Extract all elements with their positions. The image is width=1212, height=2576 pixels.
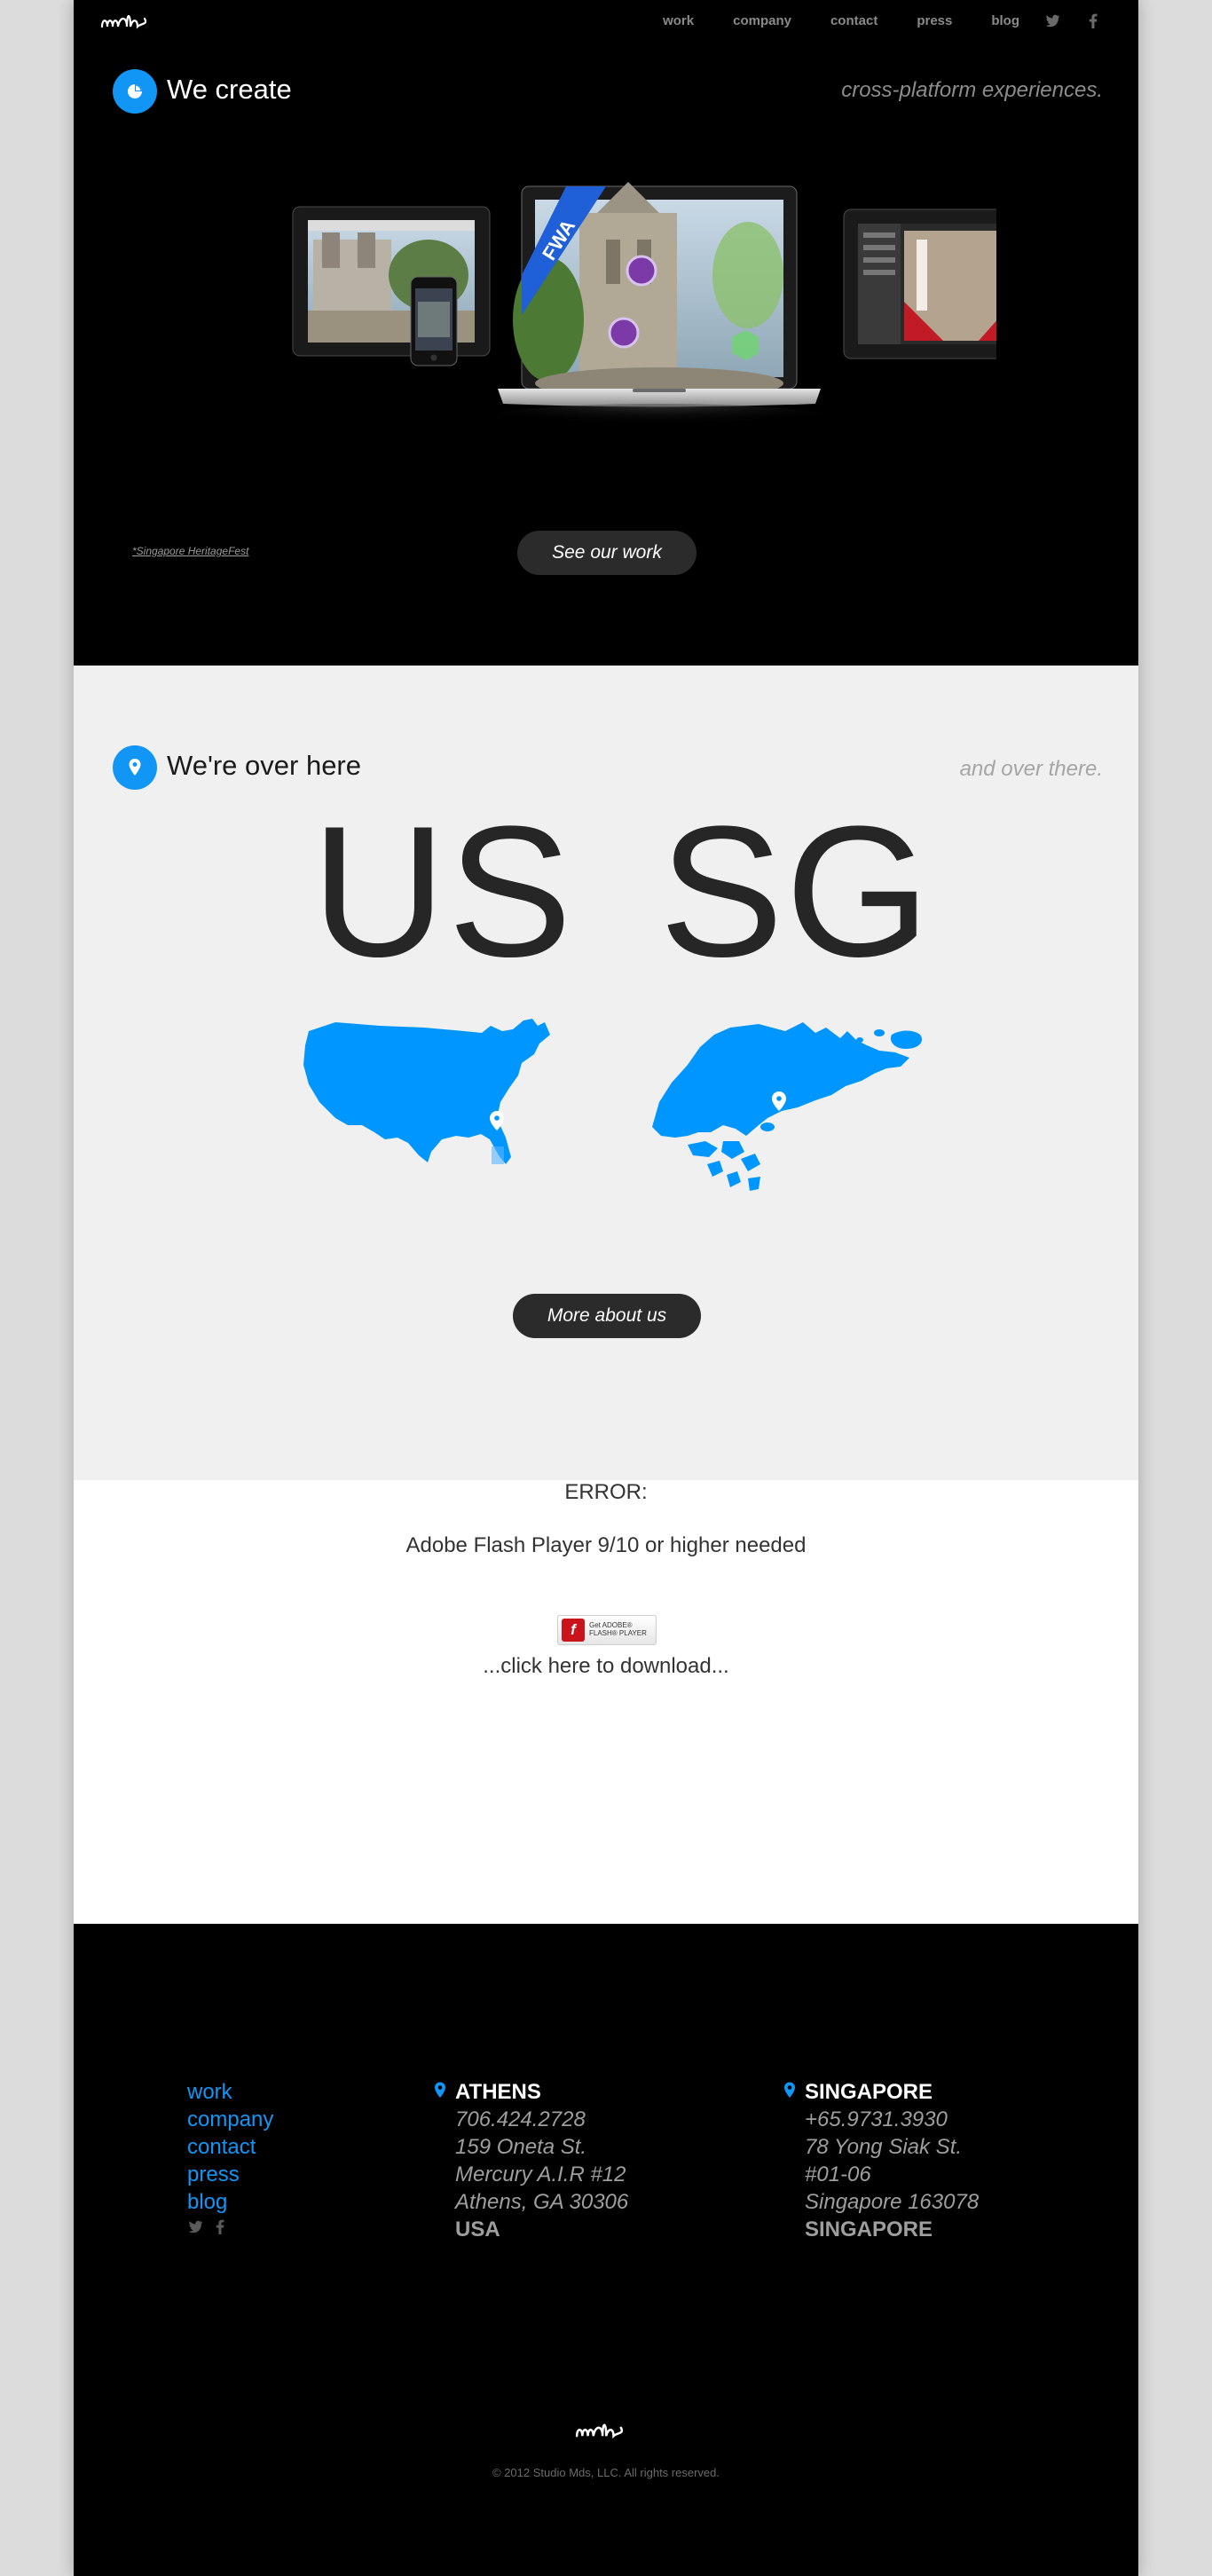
location-pin-icon	[113, 745, 157, 790]
office-address-line: Mercury A.I.R #12	[455, 2162, 626, 2186]
twitter-icon[interactable]	[187, 2219, 203, 2239]
devices-showcase-image[interactable]: FWA	[216, 177, 996, 470]
flash-embed-fallback: ERROR: Adobe Flash Player 9/10 or higher…	[74, 1480, 1138, 1924]
flash-error-message: Adobe Flash Player 9/10 or higher needed	[405, 1533, 807, 1557]
office-athens: ATHENS 706.424.2728 159 Oneta St. Mercur…	[435, 2078, 629, 2243]
office-country: SINGAPORE	[805, 2218, 933, 2241]
us-map[interactable]	[300, 1004, 557, 1169]
flash-logo-icon: f	[562, 1619, 585, 1642]
country-code-sg: SG	[659, 787, 933, 996]
office-address-line: 78 Yong Siak St.	[805, 2135, 963, 2159]
footer: work company contact press blog ATHENS 7…	[74, 1924, 1138, 2576]
nav-blog[interactable]: blog	[991, 13, 1019, 28]
flash-error-label: ERROR:	[564, 1480, 648, 1504]
facebook-icon[interactable]	[216, 2219, 224, 2239]
singapore-map[interactable]	[634, 1003, 927, 1193]
office-address-line: 159 Oneta St.	[455, 2135, 587, 2159]
see-our-work-button[interactable]: See our work	[517, 531, 697, 575]
office-address-line: Singapore 163078	[805, 2190, 980, 2214]
locations-title: We're over here	[167, 750, 361, 781]
nav-work[interactable]: work	[663, 13, 694, 28]
page: work company contact press blog We creat…	[74, 0, 1138, 2576]
facebook-icon[interactable]	[1085, 12, 1101, 28]
hero-tagline: cross-platform experiences.	[841, 78, 1103, 102]
twitter-icon[interactable]	[1044, 12, 1060, 28]
nav-press[interactable]: press	[917, 13, 952, 28]
top-nav-bar: work company contact press blog	[74, 0, 1138, 44]
footer-social	[187, 2219, 273, 2239]
office-address-line: Athens, GA 30306	[455, 2190, 629, 2214]
flash-badge-text: Get ADOBE® FLASH® PLAYER	[589, 1621, 647, 1637]
pie-chart-icon	[113, 69, 157, 114]
studio-mds-logo[interactable]	[98, 9, 150, 34]
footer-nav-company[interactable]: company	[187, 2106, 273, 2133]
office-city: ATHENS	[455, 2080, 541, 2104]
flash-download-link[interactable]: ...click here to download...	[74, 1654, 1138, 1679]
more-about-us-button[interactable]: More about us	[513, 1294, 701, 1338]
hero-title: We create	[167, 74, 292, 105]
footer-nav-blog[interactable]: blog	[187, 2188, 273, 2216]
country-code-us: US	[311, 787, 574, 996]
office-phone[interactable]: +65.9731.3930	[805, 2106, 979, 2133]
project-caption-link[interactable]: *Singapore HeritageFest	[132, 545, 248, 557]
office-address-line: #01-06	[805, 2162, 871, 2186]
nav-contact[interactable]: contact	[830, 13, 878, 28]
get-flash-player-badge[interactable]: f Get ADOBE® FLASH® PLAYER	[557, 1615, 657, 1645]
office-city: SINGAPORE	[805, 2080, 933, 2104]
footer-nav-contact[interactable]: contact	[187, 2133, 273, 2161]
location-pin-icon	[435, 2082, 445, 2098]
footer-nav: work company contact press blog	[187, 2078, 273, 2239]
location-pin-icon	[784, 2082, 795, 2098]
office-country: USA	[455, 2218, 500, 2241]
studio-mds-logo[interactable]	[573, 2417, 626, 2444]
office-phone[interactable]: 706.424.2728	[455, 2106, 628, 2133]
footer-nav-press[interactable]: press	[187, 2161, 273, 2188]
office-singapore: SINGAPORE +65.9731.3930 78 Yong Siak St.…	[784, 2078, 980, 2243]
footer-nav-work[interactable]: work	[187, 2078, 273, 2106]
locations-tagline: and over there.	[959, 757, 1103, 781]
locations-section: We're over here and over there. US SG Mo…	[74, 666, 1138, 1480]
nav-company[interactable]: company	[733, 13, 791, 28]
copyright-text: © 2012 Studio Mds, LLC. All rights reser…	[492, 2466, 720, 2479]
main-nav: work company contact press blog	[624, 12, 1101, 28]
